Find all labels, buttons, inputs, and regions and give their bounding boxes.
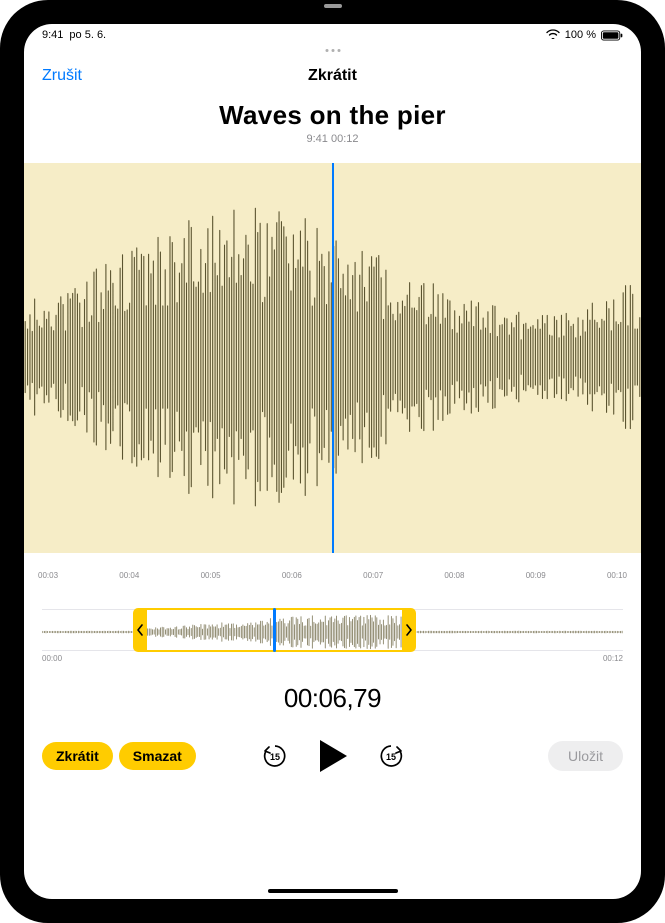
delete-button[interactable]: Smazat bbox=[119, 742, 196, 770]
nav-bar: Zrušit Zkrátit bbox=[24, 60, 641, 92]
skip-forward-15-button[interactable]: 15 bbox=[377, 742, 405, 770]
overview-track[interactable] bbox=[42, 609, 623, 651]
trim-button[interactable]: Zkrátit bbox=[42, 742, 113, 770]
battery-percent: 100 % bbox=[565, 29, 596, 41]
ruler-tick: 00:03 bbox=[38, 571, 58, 583]
home-indicator[interactable] bbox=[268, 889, 398, 893]
trim-handle-start[interactable] bbox=[133, 608, 147, 652]
wifi-icon bbox=[546, 29, 560, 42]
ruler-tick: 00:05 bbox=[201, 571, 221, 583]
window-drag-indicator-icon bbox=[325, 49, 340, 52]
skip-fwd-seconds: 15 bbox=[385, 752, 395, 762]
waveform-view[interactable] bbox=[24, 163, 641, 553]
ruler-tick: 00:04 bbox=[119, 571, 139, 583]
ruler-tick: 00:10 bbox=[607, 571, 627, 583]
status-bar: 9:41 po 5. 6. 100 % bbox=[24, 24, 641, 46]
trim-handle-end[interactable] bbox=[402, 608, 416, 652]
device-top-indicator bbox=[324, 4, 342, 8]
toolbar: Zkrátit Smazat 15 bbox=[24, 732, 641, 780]
time-ruler: 00:03 00:04 00:05 00:06 00:07 00:08 00:09 00:10 bbox=[24, 571, 641, 583]
overview-start-time: 00:00 bbox=[42, 654, 62, 663]
ruler-tick: 00:07 bbox=[363, 571, 383, 583]
ruler-tick: 00:06 bbox=[282, 571, 302, 583]
recording-title[interactable]: Waves on the pier bbox=[24, 100, 641, 131]
overview-ruler: 00:00 00:12 bbox=[42, 654, 623, 663]
nav-title: Zkrátit bbox=[308, 67, 357, 85]
overview-end-time: 00:12 bbox=[603, 654, 623, 663]
skip-back-15-button[interactable]: 15 bbox=[261, 742, 289, 770]
skip-back-seconds: 15 bbox=[269, 752, 279, 762]
status-time: 9:41 bbox=[42, 29, 63, 41]
play-button[interactable] bbox=[317, 738, 349, 774]
recording-meta: 9:41 00:12 bbox=[24, 133, 641, 145]
playback-time: 00:06,79 bbox=[24, 683, 641, 714]
overview-playhead[interactable] bbox=[273, 608, 276, 652]
save-button[interactable]: Uložit bbox=[548, 741, 623, 771]
ruler-tick: 00:08 bbox=[444, 571, 464, 583]
ruler-tick: 00:09 bbox=[526, 571, 546, 583]
status-date: po 5. 6. bbox=[69, 29, 106, 41]
playhead[interactable] bbox=[332, 163, 334, 553]
cancel-button[interactable]: Zrušit bbox=[42, 67, 82, 85]
battery-icon bbox=[601, 30, 623, 41]
